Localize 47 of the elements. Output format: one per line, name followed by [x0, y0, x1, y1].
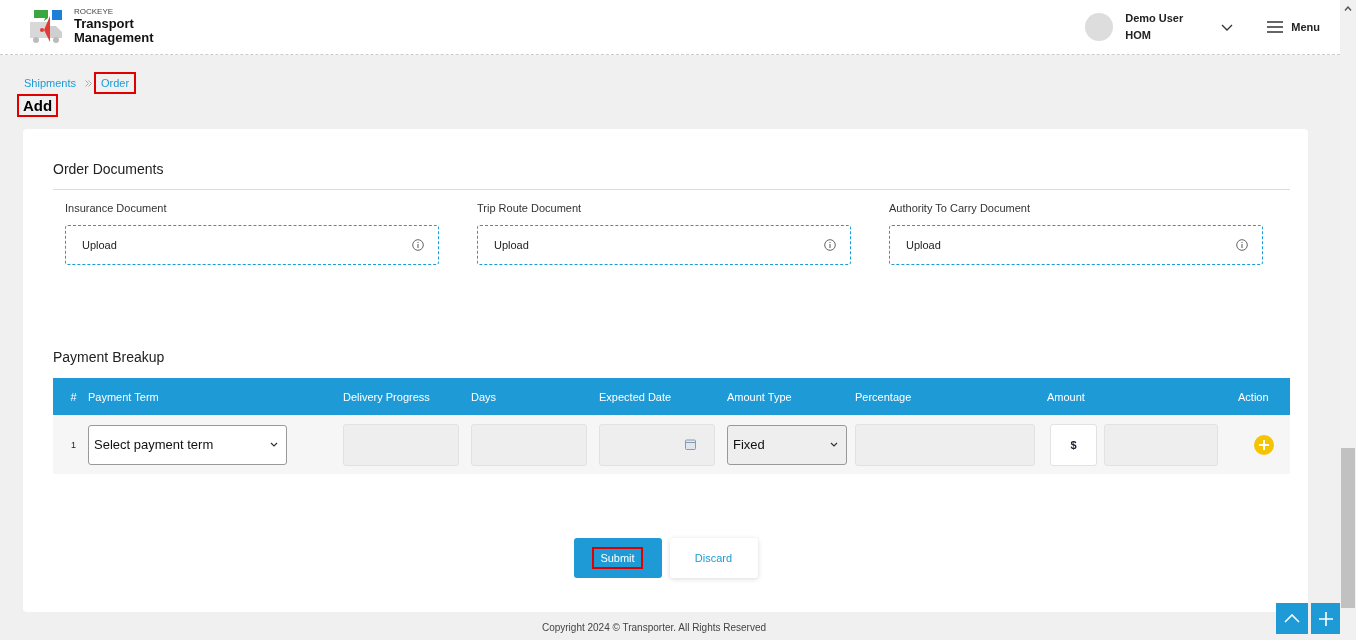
upload-field[interactable]: Upload	[889, 225, 1263, 265]
column-header: Action	[1238, 390, 1270, 403]
user-role: HOM	[1125, 28, 1152, 43]
app-title: Transport	[74, 17, 135, 32]
avatar[interactable]	[1085, 13, 1114, 41]
chevron-down-icon[interactable]	[1221, 23, 1234, 31]
column-header: Expected Date	[599, 390, 673, 403]
arrow-up-icon	[1344, 6, 1352, 11]
info-icon	[824, 239, 836, 251]
copyright-text: Copyright 2024 © Transporter. All Rights Reserved	[541, 622, 767, 633]
info-icon	[1236, 239, 1248, 251]
field-label: Authority To Carry Document	[889, 202, 1032, 214]
upload-field[interactable]: Upload	[65, 225, 439, 265]
column-header: Payment Term	[88, 390, 160, 403]
menu-button[interactable]: Menu	[1267, 21, 1320, 33]
scroll-top-button[interactable]	[1276, 603, 1308, 634]
chevron-up-icon	[1284, 614, 1300, 623]
calendar-icon	[685, 439, 696, 450]
amount-type-select[interactable]: Fixed	[727, 424, 847, 465]
add-button[interactable]	[1311, 603, 1340, 634]
date-field[interactable]	[599, 423, 715, 466]
row-number: 1	[70, 439, 77, 450]
column-header: Amount	[1047, 390, 1086, 403]
column-header: #	[69, 390, 78, 403]
info-icon	[412, 239, 424, 251]
scrollbar-thumb[interactable]	[1341, 448, 1355, 608]
menu-icon	[1267, 21, 1284, 33]
user-name: Demo User	[1125, 11, 1184, 26]
plus-icon	[1318, 611, 1333, 626]
section-title: Order Documents	[53, 161, 164, 177]
double-chevron-icon	[85, 79, 92, 87]
field-label: Insurance Document	[65, 202, 168, 214]
caret-icon	[830, 442, 838, 447]
caret-icon	[270, 442, 278, 447]
brand-name: ROCKEYE	[74, 8, 115, 18]
column-header: Days	[471, 390, 498, 403]
add-icon[interactable]	[1254, 434, 1274, 455]
field-label: Trip Route Document	[477, 202, 583, 214]
page-title: Add	[17, 94, 59, 117]
app-title: Management	[74, 31, 154, 46]
column-header: Percentage	[855, 390, 913, 403]
currency-symbol: $	[1050, 423, 1097, 466]
payment-term-select[interactable]: Select payment term	[88, 424, 287, 465]
column-header: Delivery Progress	[343, 390, 431, 403]
column-header: Amount Type	[727, 390, 793, 403]
upload-field[interactable]: Upload	[477, 225, 851, 265]
section-title: Payment Breakup	[53, 349, 165, 365]
